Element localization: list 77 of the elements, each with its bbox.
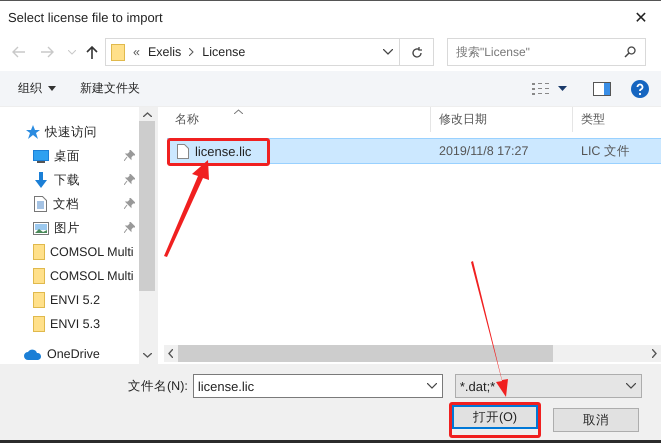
sidebar-item[interactable]: 下载 xyxy=(0,168,139,192)
file-name-field[interactable]: license.lic xyxy=(192,374,443,398)
sidebar-item[interactable]: COMSOL Multi xyxy=(0,264,139,288)
sidebar-label: COMSOL Multi xyxy=(50,269,134,283)
scroll-right-icon[interactable] xyxy=(652,349,657,358)
view-options-icon[interactable] xyxy=(532,82,550,96)
sidebar-label: COMSOL Multi xyxy=(50,245,134,259)
chevron-down-icon[interactable] xyxy=(626,383,636,389)
column-header[interactable]: 类型 xyxy=(573,107,661,132)
caret-icon xyxy=(48,86,56,91)
search-icon xyxy=(624,46,636,58)
sidebar-item[interactable]: 图片 xyxy=(0,216,139,240)
chevron-right-icon xyxy=(189,48,194,56)
file-type-dropdown[interactable]: *.dat;* xyxy=(454,374,642,398)
sidebar-label: 下载 xyxy=(54,172,80,188)
folder-icon xyxy=(33,292,45,308)
cancel-button[interactable]: 取消 xyxy=(553,408,639,432)
folder-icon xyxy=(111,44,125,60)
up-arrow-icon[interactable] xyxy=(86,45,98,59)
sidebar-item[interactable]: COMSOL Multi xyxy=(0,240,139,264)
open-button[interactable]: 打开(O) xyxy=(452,405,538,429)
star-icon xyxy=(26,125,40,139)
address-bar[interactable]: « Exelis License xyxy=(105,38,400,66)
folder-icon xyxy=(33,244,45,260)
pin-icon[interactable] xyxy=(124,222,135,233)
breadcrumb[interactable]: Exelis xyxy=(148,45,182,59)
pin-icon[interactable] xyxy=(124,198,135,209)
sidebar-label: 快速访问 xyxy=(45,124,97,140)
pin-icon[interactable] xyxy=(124,174,135,185)
sidebar-label: 图片 xyxy=(54,220,80,236)
preview-pane-icon[interactable] xyxy=(593,82,611,96)
monitor-icon xyxy=(33,150,49,162)
file-row[interactable]: license.lic 2019/11/8 17:27 LIC 文件 xyxy=(167,138,661,164)
sidebar-item[interactable]: ENVI 5.2 xyxy=(0,288,139,312)
column-header[interactable]: 修改日期 xyxy=(431,107,573,132)
sidebar-item[interactable]: 快速访问 xyxy=(0,120,139,144)
cloud-icon xyxy=(24,348,42,360)
scroll-down-icon[interactable] xyxy=(142,353,152,358)
organize-menu[interactable]: 组织 xyxy=(10,77,64,100)
chevron-down-icon[interactable] xyxy=(383,49,393,55)
scroll-left-icon[interactable] xyxy=(168,349,173,358)
folder-icon xyxy=(33,316,45,332)
pin-icon[interactable] xyxy=(124,150,135,161)
file-icon xyxy=(177,144,189,158)
sidebar-item[interactable]: OneDrive xyxy=(0,342,139,364)
table-cell-text: LIC 文件 xyxy=(580,142,631,160)
scroll-up-icon[interactable] xyxy=(142,112,152,117)
refresh-icon xyxy=(410,46,422,58)
path-overflow[interactable]: « xyxy=(133,45,140,59)
breadcrumb[interactable]: License xyxy=(202,45,246,59)
picture-icon xyxy=(33,222,49,234)
sidebar-label: 桌面 xyxy=(54,148,80,164)
new-folder-button[interactable]: 新建文件夹 xyxy=(72,77,148,100)
dropdown-arrow-icon[interactable] xyxy=(558,86,567,91)
refresh-button[interactable] xyxy=(400,38,434,66)
sort-caret-icon xyxy=(234,109,243,114)
window-title: Select license file to import xyxy=(8,10,163,24)
document-icon xyxy=(33,195,48,213)
folder-icon xyxy=(33,268,45,284)
sidebar-label: OneDrive xyxy=(47,347,100,361)
file-name: license.lic xyxy=(195,144,252,158)
download-icon xyxy=(33,172,49,188)
chevron-down-icon[interactable] xyxy=(426,383,437,389)
column-header[interactable]: 名称 xyxy=(167,107,431,132)
scrollbar[interactable] xyxy=(139,107,155,364)
file-name-label: 文件名(N): xyxy=(128,378,188,394)
sidebar-item[interactable]: 文档 xyxy=(0,192,139,216)
sidebar-label: ENVI 5.3 xyxy=(50,317,100,331)
table-cell-text: 2019/11/8 17:27 xyxy=(438,143,530,160)
close-button[interactable]: ✕ xyxy=(621,2,661,32)
scrollbar[interactable] xyxy=(164,345,661,362)
sidebar-item[interactable]: ENVI 5.3 xyxy=(0,312,139,336)
sidebar-item[interactable]: 桌面 xyxy=(0,144,139,168)
sidebar-label: 文档 xyxy=(53,196,79,212)
search-field[interactable]: 搜索"License" xyxy=(447,38,646,66)
sidebar-label: ENVI 5.2 xyxy=(50,293,100,307)
help-icon[interactable] xyxy=(631,80,649,98)
